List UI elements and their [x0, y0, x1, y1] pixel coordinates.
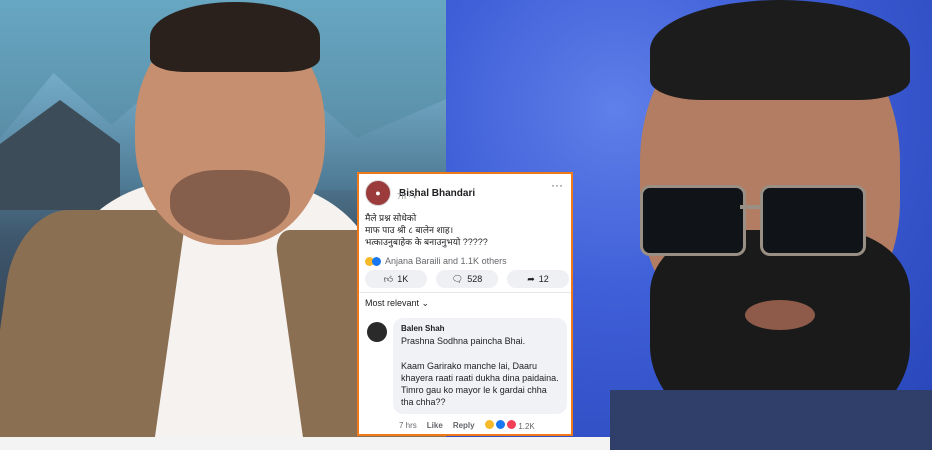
comment-count: 528 — [467, 274, 483, 284]
comment-icon: 🗨︎ — [451, 273, 464, 284]
like-button[interactable]: 👍︎ 1K — [365, 270, 427, 288]
sunglasses-bridge — [740, 205, 760, 209]
comment-body: Kaam Garirako manche lai, Daaru khayera … — [401, 361, 559, 407]
right-person-hair — [650, 0, 910, 100]
comment-line-1: Prashna Sodhna paincha Bhai. — [401, 336, 526, 346]
post-text-line-2: माफ पाउ श्री ८ बालेन शाह। — [365, 225, 454, 235]
love-reaction-icon — [507, 420, 517, 429]
globe-icon: ◐ — [413, 192, 418, 201]
right-person-shirt — [610, 390, 932, 450]
post-text-line-3: भत्काउनुबाहेक के बनाउनुभयो ????? — [365, 237, 488, 247]
comment-reaction-count: 1.2K — [518, 422, 535, 431]
haha-reaction-icon — [484, 420, 494, 429]
like-reaction-icon — [495, 420, 505, 429]
share-count: 12 — [538, 274, 549, 284]
comment-sort-dropdown[interactable]: Most relevant ⌄ — [365, 298, 429, 309]
reactions-text: Anjana Baraili and 1.1K others — [385, 256, 507, 266]
sunglasses-right-lens — [760, 185, 866, 256]
author-avatar[interactable]: ● — [365, 180, 391, 206]
thumbs-up-icon: 👍︎ — [383, 273, 394, 284]
facebook-post-card: ● Bishal Bhandari 7h · ◐ ··· मैले प्रश्न… — [357, 172, 573, 436]
comment-bubble: Balen Shah Prashna Sodhna paincha Bhai. … — [393, 318, 567, 414]
left-person-hair — [150, 2, 320, 72]
like-reaction-icon — [372, 256, 381, 266]
comment-button[interactable]: 🗨︎ 528 — [436, 270, 498, 288]
comment-like-button[interactable]: Like — [427, 421, 443, 430]
commenter-avatar[interactable] — [367, 322, 387, 342]
post-header: ● Bishal Bhandari — [365, 180, 475, 206]
post-time-text: 7h · — [397, 192, 414, 201]
comment-author-name[interactable]: Balen Shah — [401, 324, 445, 333]
divider — [359, 292, 571, 293]
post-time: 7h · ◐ — [397, 192, 418, 201]
chevron-down-icon: ⌄ — [421, 298, 430, 308]
right-person-mouth — [745, 300, 815, 330]
comment-footer: 7 hrs Like Reply 1.2K — [399, 420, 535, 431]
post-text-line-1: मैले प्रश्न सोधेको — [365, 213, 417, 223]
share-icon: ➦ — [527, 273, 535, 284]
comment-reactions[interactable]: 1.2K — [484, 420, 535, 431]
left-person-beard — [170, 170, 290, 240]
reactions-summary[interactable]: Anjana Baraili and 1.1K others — [365, 256, 507, 266]
comment-time: 7 hrs — [399, 421, 417, 430]
post-actions: 👍︎ 1K 🗨︎ 528 ➦ 12 — [365, 270, 569, 288]
comment-reply-button[interactable]: Reply — [453, 421, 475, 430]
post-text: मैले प्रश्न सोधेको माफ पाउ श्री ८ बालेन … — [365, 212, 565, 248]
like-count: 1K — [397, 274, 409, 284]
sort-label: Most relevant — [365, 298, 420, 308]
share-button[interactable]: ➦ 12 — [507, 270, 569, 288]
sunglasses-left-lens — [640, 185, 746, 256]
more-options-icon[interactable]: ··· — [551, 178, 563, 192]
left-person-vest-left — [0, 210, 187, 437]
